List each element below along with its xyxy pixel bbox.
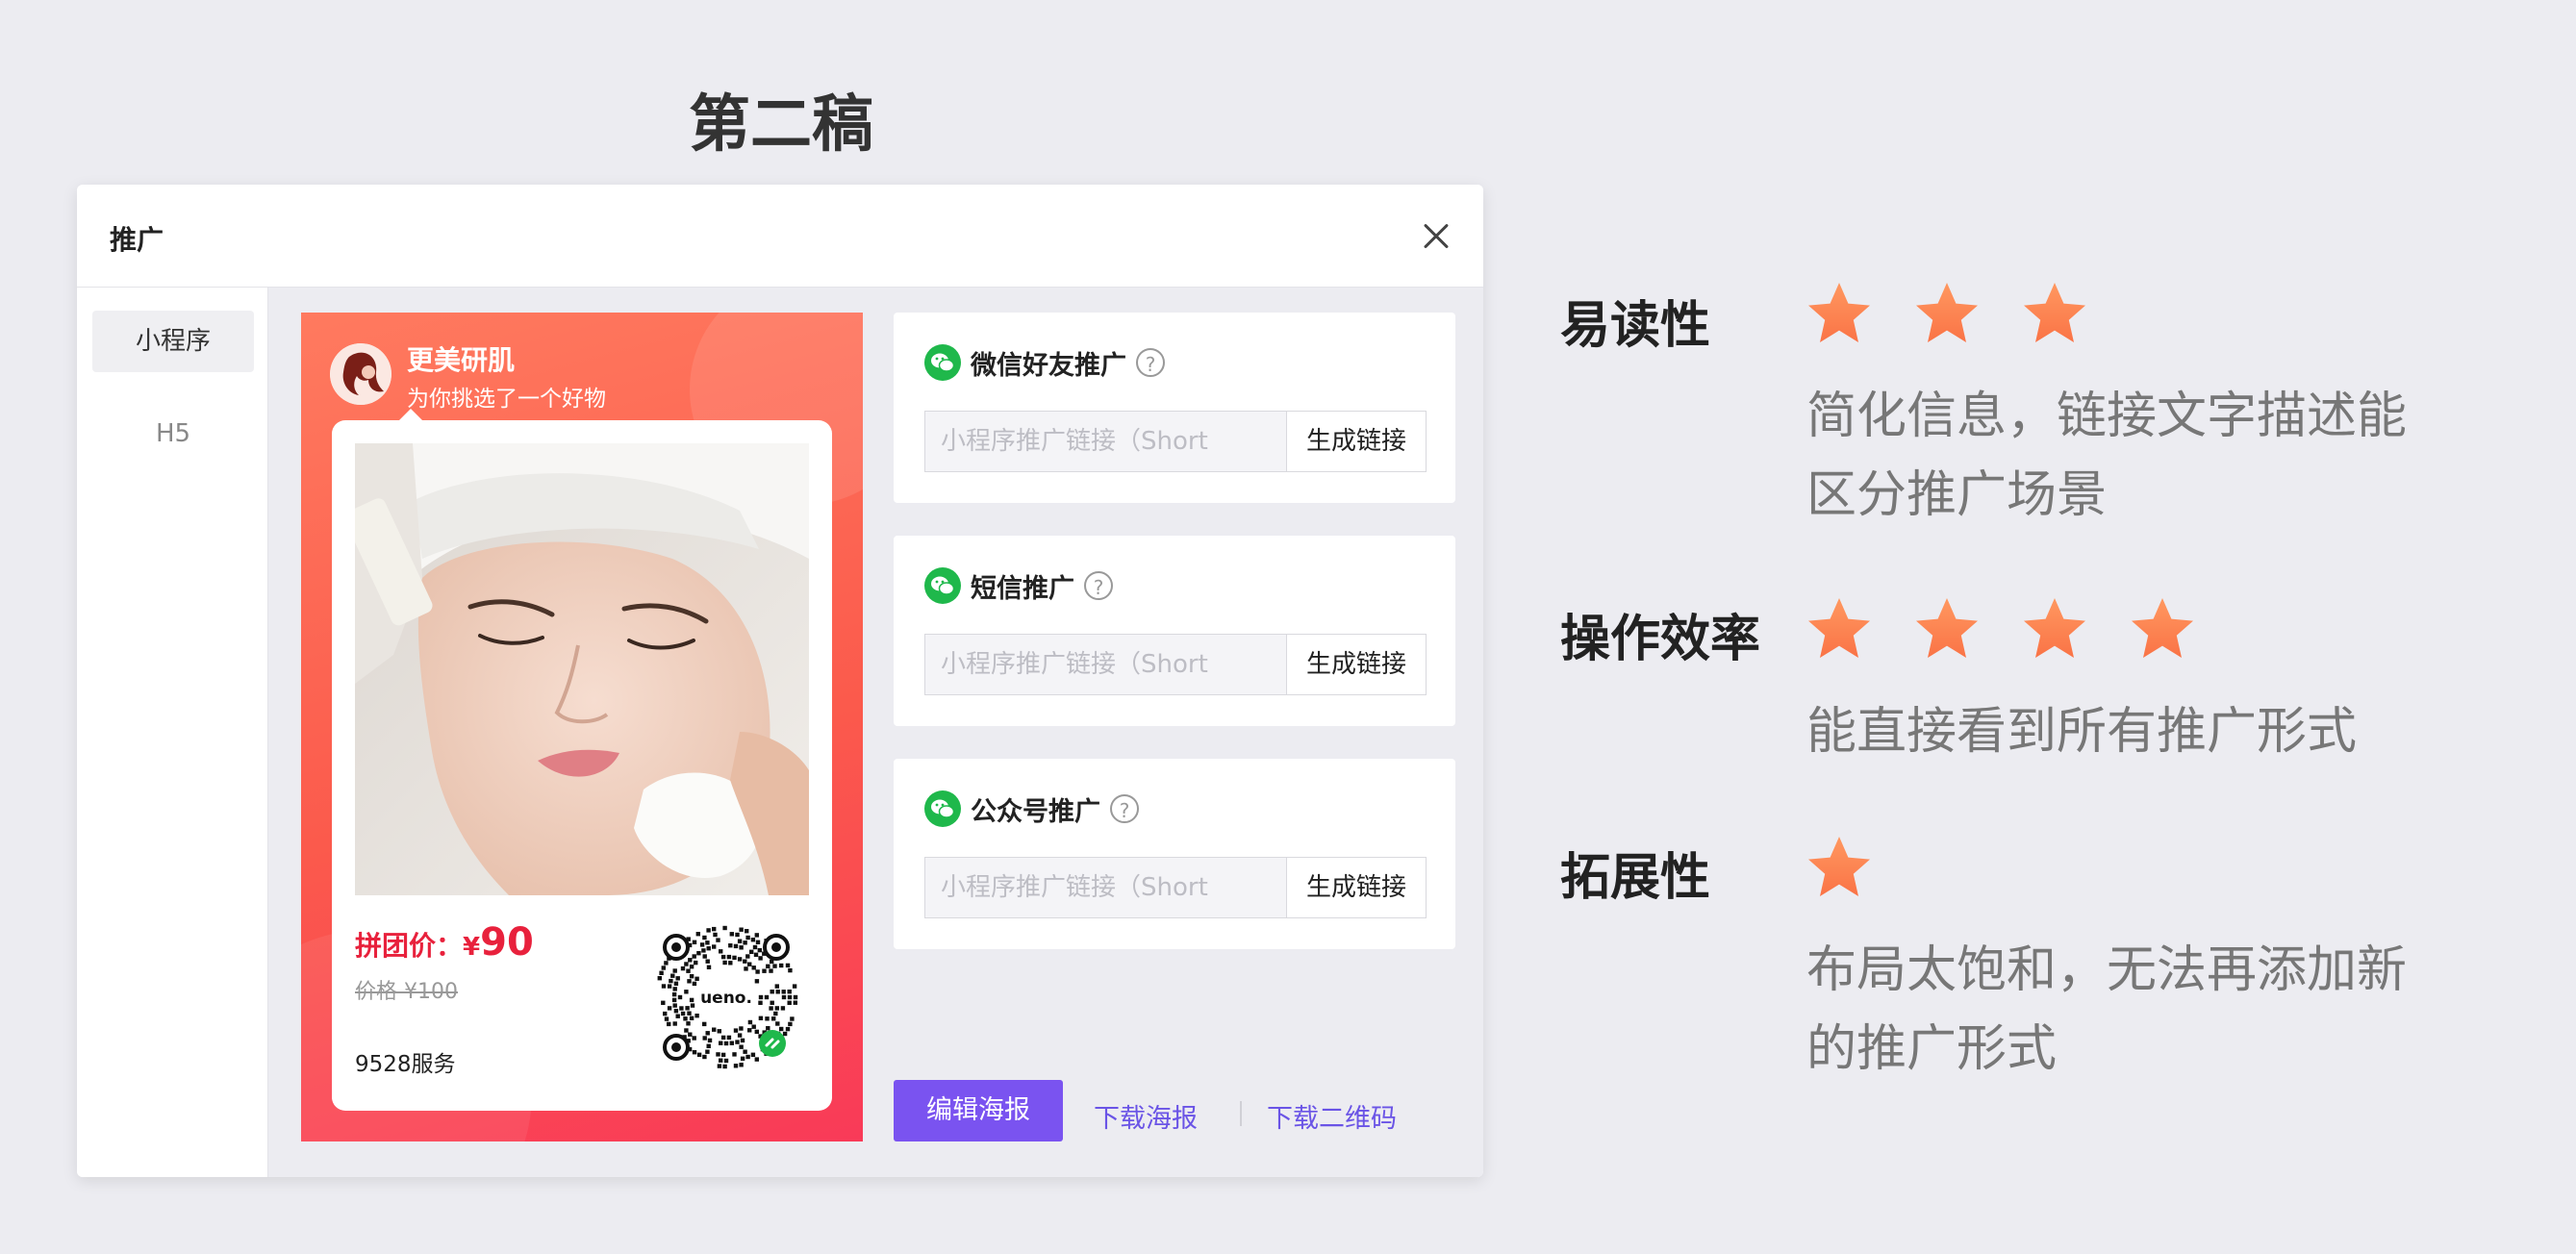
generate-link-button[interactable]: 生成链接 [1286,634,1427,695]
promotion-dialog: 推广 小程序 H5 更美研肌 为你挑选了一个好物 拼团价：¥90 价格 ¥100… [77,185,1483,1177]
edit-poster-button[interactable]: 编辑海报 [894,1080,1063,1141]
brand-subtitle: 为你挑选了一个好物 [407,387,606,412]
star-icon [2020,279,2089,348]
rating-description-line: 的推广形式 [1806,1020,2058,1078]
star-icon [1912,594,1982,664]
star-icon [1805,594,1874,664]
rating-description: 能直接看到所有推广形式 [1806,692,2499,771]
brand-name: 更美研肌 [407,344,516,376]
wechat-icon [924,344,961,381]
rating-stars [1805,833,1874,902]
rating-stars [1805,279,2089,348]
dialog-sidebar: 小程序 H5 [77,288,268,1177]
rating-label-efficiency: 操作效率 [1560,611,1761,668]
draft-title: 第二稿 [689,89,873,161]
star-icon [2128,594,2197,664]
star-icon [1805,279,1874,348]
rating-description: 布局太饱和，无法再添加新 的推广形式 [1806,931,2499,1089]
star-icon [1805,833,1874,902]
rating-label-readability: 易读性 [1560,297,1711,355]
mini-program-qr-code: ueno. [649,920,803,1074]
generate-link-button[interactable]: 生成链接 [1286,411,1427,472]
question-icon[interactable]: ? [1110,794,1139,823]
price-label: 拼团价： [355,930,464,962]
promo-link-input[interactable] [924,634,1286,695]
close-icon[interactable] [1418,217,1454,254]
product-image [355,443,809,895]
wechat-icon [924,790,961,827]
rating-description-line: 能直接看到所有推广形式 [1806,703,2358,761]
price-currency: ¥ [463,933,481,962]
group-price: 拼团价：¥90 [355,920,534,965]
rating-description-line: 布局太饱和，无法再添加新 [1806,941,2408,999]
promo-title: 短信推广 [971,573,1074,604]
brand-logo [330,343,391,405]
rating-description: 简化信息，链接文字描述能 区分推广场景 [1806,377,2499,535]
download-qr-code-link[interactable]: 下载二维码 [1267,1097,1397,1135]
rating-description-line: 区分推广场景 [1806,466,2108,524]
promo-panel-wechat-friend: 微信好友推广 ? 生成链接 [894,313,1455,503]
rating-description-line: 简化信息，链接文字描述能 [1806,388,2408,445]
qr-brand-text: ueno. [700,989,752,1008]
price-value: 90 [480,920,534,965]
promo-title: 微信好友推广 [971,350,1126,381]
dialog-content: 更美研肌 为你挑选了一个好物 拼团价：¥90 价格 ¥100 9528服务 ue… [268,288,1483,1177]
download-poster-link[interactable]: 下载海报 [1094,1097,1198,1135]
promo-title: 公众号推广 [971,796,1100,827]
divider [1240,1101,1242,1126]
poster-card: 拼团价：¥90 价格 ¥100 9528服务 ueno. [332,409,832,1111]
wechat-icon [924,567,961,604]
sidebar-item-h5[interactable]: H5 [92,403,254,464]
star-icon [2020,594,2089,664]
generate-link-button[interactable]: 生成链接 [1286,857,1427,918]
star-icon [1912,279,1982,348]
share-poster: 更美研肌 为你挑选了一个好物 拼团价：¥90 价格 ¥100 9528服务 ue… [301,313,863,1141]
dialog-header: 推广 [77,185,1483,288]
question-icon[interactable]: ? [1136,348,1165,377]
promo-link-input[interactable] [924,411,1286,472]
rating-stars [1805,594,2197,664]
question-icon[interactable]: ? [1084,571,1113,600]
promo-panel-sms: 短信推广 ? 生成链接 [894,536,1455,726]
dialog-title: 推广 [110,224,164,256]
rating-label-extensibility: 拓展性 [1560,849,1711,907]
sidebar-item-mini-program[interactable]: 小程序 [92,311,254,372]
promo-link-input[interactable] [924,857,1286,918]
service-text: 9528服务 [355,1052,456,1077]
original-price: 价格 ¥100 [355,980,458,1004]
promo-panel-official-account: 公众号推广 ? 生成链接 [894,759,1455,949]
